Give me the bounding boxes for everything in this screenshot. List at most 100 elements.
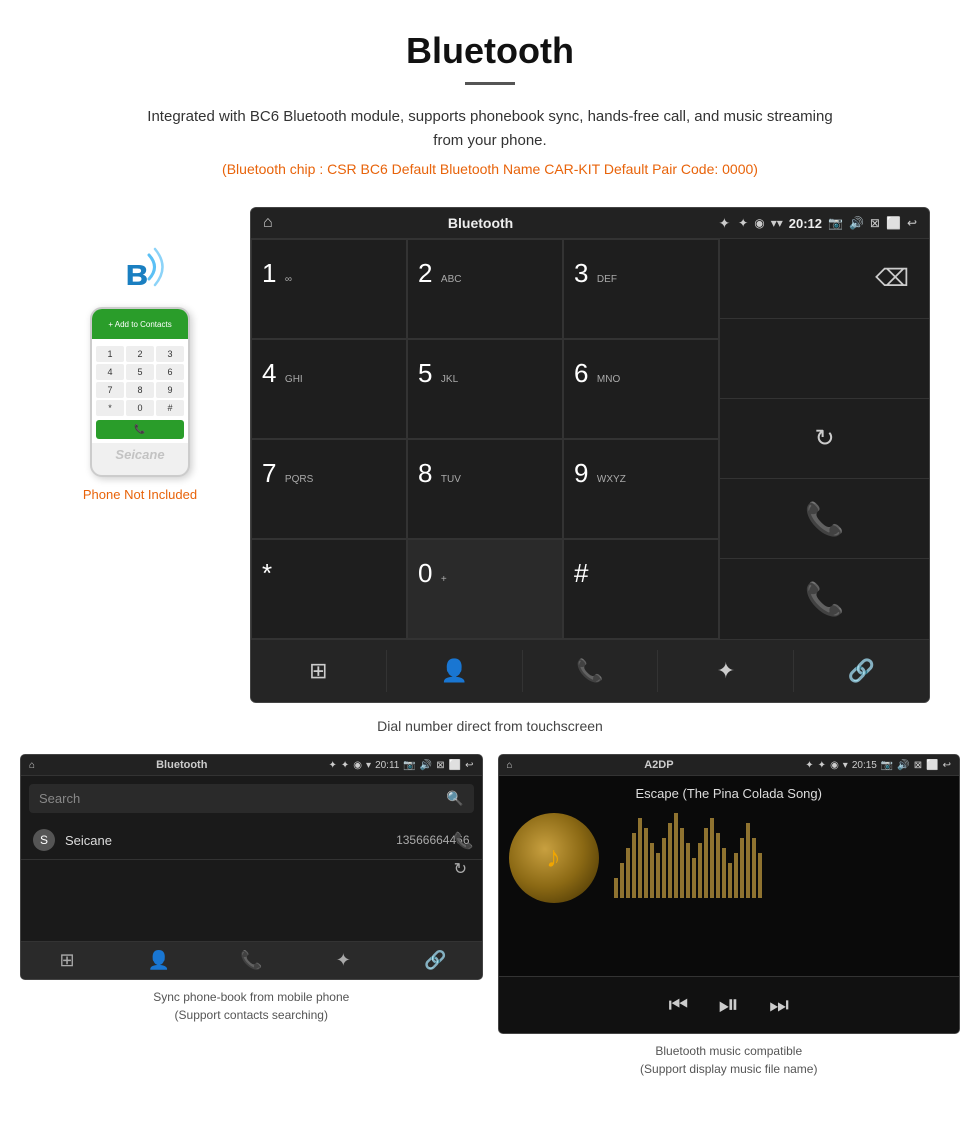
svg-text:ʙ: ʙ: [125, 252, 148, 294]
camera-icon[interactable]: 📷: [828, 216, 843, 230]
red-end-icon[interactable]: 📞: [805, 580, 845, 618]
phonebook-search-bar[interactable]: Search 🔍: [29, 784, 474, 813]
dial-key-4[interactable]: 4 GHI: [251, 339, 407, 439]
pb-contacts-btn[interactable]: 👤: [113, 950, 205, 971]
search-placeholder-label: Search: [39, 791, 80, 806]
key-letters-9: WXYZ: [597, 474, 626, 485]
pb-dialpad-btn[interactable]: ⊞: [21, 950, 113, 971]
music-win-icon: ⬜: [926, 760, 938, 771]
key-number-8: 8: [418, 458, 432, 488]
music-visualizer: [614, 818, 950, 898]
phone-call-side-btn[interactable]: 📞: [454, 831, 474, 851]
key-number-1: 1: [262, 258, 276, 288]
window-icon[interactable]: ⬜: [886, 216, 901, 230]
music-back-icon: ↩: [943, 760, 951, 771]
dial-call-area[interactable]: 📞: [720, 479, 929, 559]
viz-bar-0: [614, 878, 618, 898]
dial-key-5[interactable]: 5 JKL: [407, 339, 563, 439]
close-icon[interactable]: ⊠: [870, 216, 880, 230]
pb-bt-icon: ✦: [341, 760, 349, 771]
pb-link-btn[interactable]: 🔗: [389, 950, 481, 971]
dial-pad-area: 1 ∞ 2 ABC 3 DEF 4 GHI 5 JKL: [251, 239, 929, 639]
dial-key-hash[interactable]: #: [563, 539, 719, 639]
phone-key-hash: #: [156, 400, 184, 416]
status-time: 20:12: [789, 216, 822, 231]
viz-bar-22: [746, 823, 750, 898]
play-pause-icon[interactable]: ⏯: [718, 989, 739, 1021]
phonebook-side-buttons: 📞 ↻: [454, 831, 474, 879]
dial-key-7[interactable]: 7 PQRS: [251, 439, 407, 539]
key-number-7: 7: [262, 458, 276, 488]
back-icon[interactable]: ↩: [907, 216, 917, 230]
toolbar-calls-btn[interactable]: 📞: [523, 650, 659, 692]
dial-toolbar: ⊞ 👤 📞 ✦ 🔗: [251, 639, 929, 702]
pb-status-icons: ✦ ◉ ▾ 20:11 📷 🔊 ⊠ ⬜ ↩: [341, 760, 474, 771]
dial-key-3[interactable]: 3 DEF: [563, 239, 719, 339]
music-song-title: Escape (The Pina Colada Song): [636, 786, 822, 801]
pb-back-icon: ↩: [465, 760, 473, 771]
pb-time: 20:11: [375, 760, 399, 771]
phone-key-6: 6: [156, 364, 184, 380]
dial-key-2[interactable]: 2 ABC: [407, 239, 563, 339]
pb-calls-btn[interactable]: 📞: [205, 950, 297, 971]
dial-key-9[interactable]: 9 WXYZ: [563, 439, 719, 539]
dial-key-0[interactable]: 0 +: [407, 539, 563, 639]
phone-key-4: 4: [96, 364, 124, 380]
main-screen-statusbar: ⌂ Bluetooth ✦ ✦ ◉ ▾▾ 20:12 📷 🔊 ⊠ ⬜ ↩: [251, 208, 929, 239]
viz-bar-5: [644, 828, 648, 898]
toolbar-dialpad-btn[interactable]: ⊞: [251, 650, 387, 692]
refresh-side-btn[interactable]: ↻: [454, 859, 474, 879]
dial-refresh-area[interactable]: ↻: [720, 399, 929, 479]
phone-key-2: 2: [126, 346, 154, 362]
contact-row-seicane[interactable]: S Seicane 13566664466: [21, 821, 482, 860]
dial-key-star[interactable]: *: [251, 539, 407, 639]
pb-loc-icon: ◉: [353, 760, 362, 771]
viz-bar-13: [692, 858, 696, 898]
dial-key-8[interactable]: 8 TUV: [407, 439, 563, 539]
viz-bar-21: [740, 838, 744, 898]
dial-key-6[interactable]: 6 MNO: [563, 339, 719, 439]
toolbar-settings-btn[interactable]: 🔗: [794, 650, 929, 692]
status-icons: ✦ ◉ ▾▾ 20:12 📷 🔊 ⊠ ⬜ ↩: [738, 216, 917, 231]
viz-bar-8: [662, 838, 666, 898]
viz-bar-3: [632, 833, 636, 898]
music-close-icon: ⊠: [914, 760, 922, 771]
key-letters-2: ABC: [441, 274, 462, 285]
viz-bar-19: [728, 863, 732, 898]
toolbar-bluetooth-btn[interactable]: ✦: [658, 650, 794, 692]
music-cam-icon: 📷: [881, 760, 893, 771]
music-controls: ⏮ ⏯ ⏭: [499, 976, 960, 1033]
backspace-icon[interactable]: ⌫: [875, 264, 909, 293]
viz-bar-11: [680, 828, 684, 898]
music-vol-icon: 🔊: [897, 760, 909, 771]
title-divider: [465, 82, 515, 85]
pb-bt-btn[interactable]: ✦: [297, 950, 389, 971]
key-number-9: 9: [574, 458, 588, 488]
phone-side: ʙ + Add to Contacts 1 2 3 4 5 6 7: [50, 207, 230, 502]
music-status-icons: ✦ ◉ ▾ 20:15 📷 🔊 ⊠ ⬜ ↩: [818, 760, 951, 771]
prev-icon[interactable]: ⏮: [669, 992, 689, 1018]
dial-end-area[interactable]: 📞: [720, 559, 929, 639]
key-number-6: 6: [574, 358, 588, 388]
viz-bar-2: [626, 848, 630, 898]
pb-cam-icon: 📷: [403, 760, 415, 771]
pb-home-icon[interactable]: ⌂: [29, 760, 35, 771]
dial-backspace-area[interactable]: ⌫: [720, 239, 929, 319]
green-call-icon[interactable]: 📞: [805, 500, 845, 538]
toolbar-contacts-btn[interactable]: 👤: [387, 650, 523, 692]
viz-bar-24: [758, 853, 762, 898]
phone-key-1: 1: [96, 346, 124, 362]
dial-key-1[interactable]: 1 ∞: [251, 239, 407, 339]
music-home-icon[interactable]: ⌂: [507, 760, 513, 771]
key-number-5: 5: [418, 358, 432, 388]
key-number-3: 3: [574, 258, 588, 288]
refresh-icon[interactable]: ↻: [814, 424, 834, 453]
phone-screen: + Add to Contacts: [92, 309, 188, 339]
volume-icon[interactable]: 🔊: [849, 216, 864, 230]
music-statusbar: ⌂ A2DP ✦ ✦ ◉ ▾ 20:15 📷 🔊 ⊠ ⬜ ↩: [499, 755, 960, 776]
next-icon[interactable]: ⏭: [769, 992, 789, 1018]
pb-close-icon: ⊠: [436, 760, 444, 771]
key-letters-7: PQRS: [285, 474, 313, 485]
music-panel: ⌂ A2DP ✦ ✦ ◉ ▾ 20:15 📷 🔊 ⊠ ⬜ ↩ Escape (T…: [498, 754, 961, 1078]
music-bt-icon: ✦: [818, 760, 826, 771]
